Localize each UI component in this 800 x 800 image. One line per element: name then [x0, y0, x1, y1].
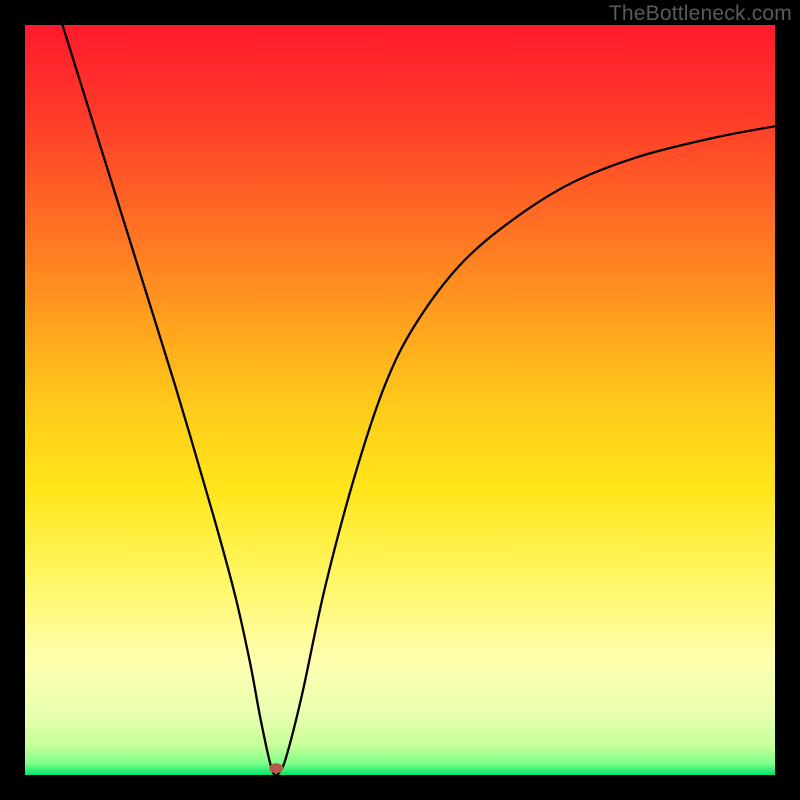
watermark-text: TheBottleneck.com: [609, 2, 792, 26]
bottleneck-chart: [25, 25, 775, 775]
optimal-point-marker: [269, 763, 283, 773]
plot-background: [25, 25, 775, 775]
chart-frame: TheBottleneck.com: [0, 0, 800, 800]
